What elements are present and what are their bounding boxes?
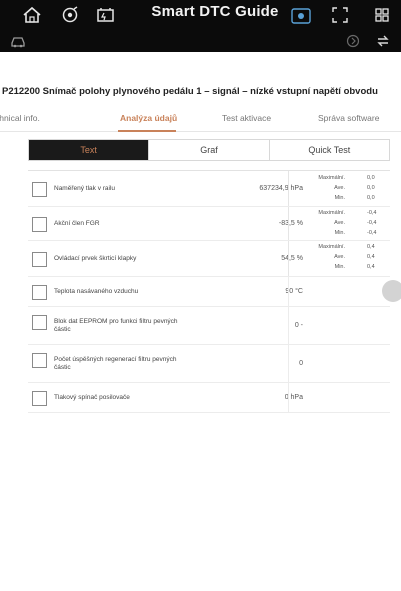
parameter-name: Naměřený tlak v railu — [54, 185, 116, 192]
stat-label: Ave. — [334, 220, 345, 226]
parameter-name: Akční člen FGR — [54, 220, 100, 227]
row-checkbox[interactable] — [32, 252, 47, 267]
dtc-title: P212200 Snímač polohy plynového pedálu 1… — [2, 86, 378, 97]
table-row: Naměřený tlak v railu 637234,9 hPa Maxim… — [28, 171, 390, 207]
stat-label: Min. — [334, 195, 345, 201]
top-bar-row-secondary — [0, 30, 401, 52]
side-scroll-handle[interactable] — [382, 280, 401, 302]
stat-value: 0,4 — [367, 254, 375, 260]
stats-column-divider — [288, 277, 289, 412]
vci-icon[interactable] — [58, 4, 82, 26]
live-data-table: Naměřený tlak v railu 637234,9 hPa Maxim… — [28, 170, 390, 413]
table-row: Akční člen FGR -83,5 % Maximální. -0,4 Av… — [28, 207, 390, 241]
segment-quick-test[interactable]: Quick Test — [270, 140, 389, 160]
row-checkbox[interactable] — [32, 182, 47, 197]
stat-label: Min. — [334, 230, 345, 236]
row-checkbox[interactable] — [32, 391, 47, 406]
table-row: Blok dat EEPROM pro funkci filtru pevnýc… — [28, 307, 390, 345]
stat-value: 0,0 — [367, 185, 375, 191]
active-tab-indicator — [118, 130, 176, 132]
row-checkbox[interactable] — [32, 217, 47, 232]
home-icon[interactable] — [20, 4, 44, 26]
view-mode-segmented-control: Text Graf Quick Test — [28, 139, 390, 161]
parameter-value: 90 °C — [285, 288, 303, 295]
top-bar: Smart DTC Guide — [0, 0, 401, 52]
parameter-name: Teplota nasávaného vzduchu — [54, 288, 139, 295]
table-row: Počet úspěšných regenerací filtru pevnýc… — [28, 345, 390, 383]
stat-value: 0,0 — [367, 195, 375, 201]
stat-label: Maximální. — [318, 175, 345, 181]
refresh-icon[interactable] — [374, 33, 392, 49]
tab-activation-test[interactable]: Test aktivace — [222, 113, 271, 123]
tab-technical-info[interactable]: Technical info. — [0, 113, 40, 123]
parameter-value: 0 - — [294, 322, 303, 329]
stat-value: -0,4 — [367, 220, 377, 226]
tab-data-analysis[interactable]: Analýza údajů — [120, 113, 177, 123]
table-row: Teplota nasávaného vzduchu 90 °C — [28, 277, 390, 307]
parameter-name: Ovládací prvek škrticí klapky — [54, 255, 137, 262]
tab-bar: Technical info. Analýza údajů Test aktiv… — [0, 106, 401, 132]
segment-graph[interactable]: Graf — [149, 140, 270, 160]
stat-value: 0,0 — [367, 175, 375, 181]
stat-label: Min. — [334, 264, 345, 270]
grid-icon[interactable] — [372, 6, 392, 24]
parameter-name: Blok dat EEPROM pro funkci filtru pevnýc… — [54, 318, 178, 333]
tab-software-management[interactable]: Správa software — [318, 113, 379, 123]
stat-label: Maximální. — [318, 244, 345, 250]
forward-icon[interactable] — [344, 33, 362, 49]
row-checkbox[interactable] — [32, 315, 47, 330]
stat-value: -0,4 — [367, 210, 377, 216]
stats-panel: Maximální. -0,4 Ave. -0,4 Min. -0,4 — [288, 207, 390, 240]
stat-label: Ave. — [334, 185, 345, 191]
car-icon[interactable] — [8, 32, 28, 50]
car-battery-icon[interactable] — [94, 4, 118, 26]
table-row: Ovládací prvek škrticí klapky 54,5 % Max… — [28, 241, 390, 277]
row-checkbox[interactable] — [32, 353, 47, 368]
vin-icon[interactable] — [290, 6, 312, 26]
stat-label: Ave. — [334, 254, 345, 260]
top-bar-row-main: Smart DTC Guide — [0, 0, 401, 30]
segment-text[interactable]: Text — [29, 140, 150, 160]
parameter-value: 0 hPa — [284, 394, 303, 401]
stats-panel: Maximální. 0,0 Ave. 0,0 Min. 0,0 — [288, 171, 390, 206]
stats-panel: Maximální. 0,4 Ave. 0,4 Min. 0,4 — [288, 241, 390, 276]
app-title: Smart DTC Guide — [151, 3, 279, 20]
row-checkbox[interactable] — [32, 285, 47, 300]
stat-value: 0,4 — [367, 244, 375, 250]
stat-value: -0,4 — [367, 230, 377, 236]
table-row: Tlakový spínač posilovače 0 hPa — [28, 383, 390, 413]
parameter-value: 0 — [299, 360, 303, 367]
stat-value: 0,4 — [367, 264, 375, 270]
fullscreen-icon[interactable] — [330, 6, 350, 24]
parameter-name: Tlakový spínač posilovače — [54, 394, 130, 401]
parameter-name: Počet úspěšných regenerací filtru pevnýc… — [54, 356, 177, 371]
stat-label: Maximální. — [318, 210, 345, 216]
